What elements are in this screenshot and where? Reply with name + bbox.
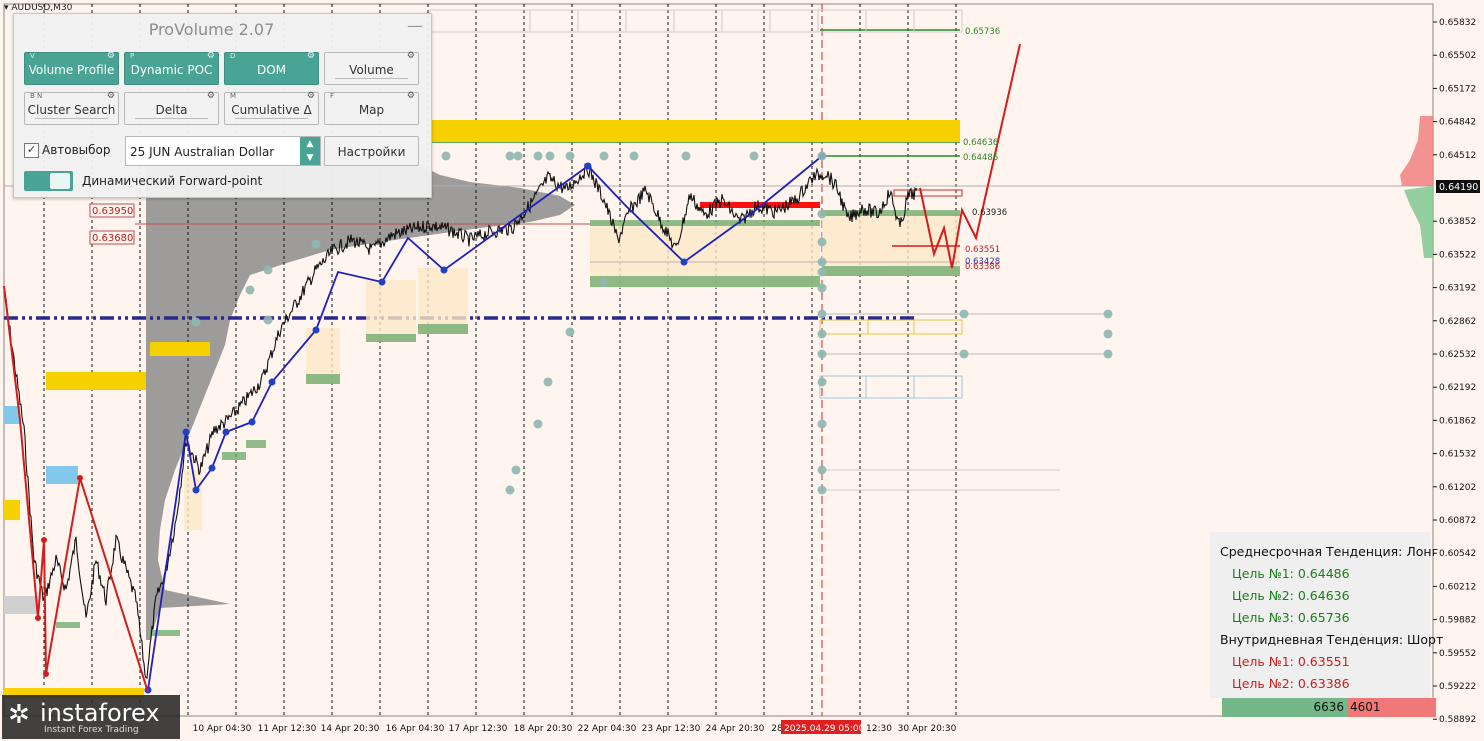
- mid-target-2: Цель №2: 0.64636: [1232, 588, 1350, 603]
- instaforex-logo: ✲ instaforex Instant Forex Trading: [2, 695, 180, 739]
- price-tick: 0.61862: [1439, 416, 1476, 426]
- mid-trend-title: Среднесрочная Тенденция: Лонг: [1220, 544, 1439, 559]
- trend-info-box: Среднесрочная Тенденция: Лонг Цель №1: 0…: [1210, 532, 1443, 698]
- time-tick: 12:30: [866, 724, 892, 734]
- minimize-icon[interactable]: —: [407, 16, 423, 35]
- intraday-target-1: Цель №1: 0.63551: [1232, 654, 1350, 669]
- logo-icon: ✲: [8, 700, 30, 730]
- price-tick: 0.65502: [1439, 51, 1476, 61]
- price-tick: 0.58892: [1439, 715, 1476, 725]
- price-tick: 0.64512: [1439, 151, 1476, 161]
- provolume-panel[interactable]: ProVolume 2.07 — V ⚙ Volume Profile P ⚙ Dy…: [13, 13, 432, 198]
- gear-icon[interactable]: ⚙: [407, 91, 415, 101]
- autoselect-label: Автовыбор: [42, 143, 111, 157]
- forward-point-toggle[interactable]: [24, 171, 73, 191]
- forward-point-label: Динамический Forward-point: [82, 174, 263, 188]
- time-tick: 16 Apr 04:30: [386, 724, 445, 734]
- price-tick: 0.63522: [1439, 250, 1476, 260]
- time-highlight: 2025.04.29 05:00: [784, 724, 865, 734]
- map-button[interactable]: F ⚙ Map: [324, 91, 419, 125]
- price-tick: 0.59552: [1439, 649, 1476, 659]
- volume-balance-bar: 6636 4601: [1222, 698, 1436, 717]
- mid-target-1: Цель №1: 0.64486: [1232, 566, 1350, 581]
- price-tick: 0.60872: [1439, 516, 1476, 526]
- time-tick: 23 Apr 12:30: [642, 724, 701, 734]
- logo-tagline: Instant Forex Trading: [44, 725, 139, 735]
- intraday-trend-title: Внутридневная Тенденция: Шорт: [1220, 632, 1444, 647]
- time-tick: 30 Apr 20:30: [898, 724, 957, 734]
- price-tick: 0.62532: [1439, 350, 1476, 360]
- buy-volume: 6636: [1222, 698, 1348, 717]
- gear-icon[interactable]: ⚙: [107, 51, 115, 61]
- price-tick: 0.63852: [1439, 217, 1476, 227]
- label-63680: 0.63680: [92, 233, 133, 244]
- level-63936: 0.63936: [972, 208, 1007, 218]
- price-tick: 0.64842: [1439, 118, 1476, 128]
- price-tick: 0.63192: [1439, 284, 1476, 294]
- panel-title: ProVolume 2.07: [148, 20, 275, 39]
- time-tick: 18 Apr 20:30: [514, 724, 573, 734]
- price-tick: 0.59222: [1439, 682, 1476, 692]
- delta-button[interactable]: ⚙ Delta: [124, 91, 219, 125]
- cluster-search-button[interactable]: B N ⚙ Cluster Search: [24, 91, 119, 125]
- label-63950: 0.63950: [92, 206, 133, 217]
- level-63386: 0.63386: [965, 262, 1000, 272]
- time-tick: 11 Apr 12:30: [258, 724, 317, 734]
- level-65736: 0.65736: [965, 27, 1000, 37]
- level-63551: 0.63551: [965, 245, 1000, 255]
- sell-volume: 4601: [1348, 698, 1436, 717]
- settings-button[interactable]: Настройки: [324, 136, 419, 166]
- time-tick: 10 Apr 04:30: [193, 724, 252, 734]
- time-tick: 22 Apr 04:30: [578, 724, 637, 734]
- symbol-label: ▾ AUDUSD,M30: [4, 3, 73, 13]
- gear-icon[interactable]: ⚙: [207, 51, 215, 61]
- gear-icon[interactable]: ⚙: [307, 51, 315, 61]
- volume-profile-button[interactable]: V ⚙ Volume Profile: [24, 51, 119, 85]
- level-64636: 0.64636: [963, 138, 998, 148]
- time-tick: 17 Apr 12:30: [449, 724, 508, 734]
- gear-icon[interactable]: ⚙: [307, 91, 315, 101]
- dynamic-poc-button[interactable]: P ⚙ Dynamic POC: [124, 51, 219, 85]
- time-tick: 14 Apr 20:30: [321, 724, 380, 734]
- mid-target-3: Цель №3: 0.65736: [1232, 610, 1350, 625]
- price-tick: 0.62192: [1439, 383, 1476, 393]
- price-tick: 0.60542: [1439, 549, 1476, 559]
- price-tick: 0.60212: [1439, 582, 1476, 592]
- gear-icon[interactable]: ⚙: [407, 51, 415, 61]
- price-tick: 0.61532: [1439, 450, 1476, 460]
- autoselect-checkbox[interactable]: ✓: [24, 143, 39, 158]
- time-tick: 24 Apr 20:30: [706, 724, 765, 734]
- price-tick: 0.59882: [1439, 616, 1476, 626]
- logo-name: instaforex: [40, 699, 160, 727]
- price-tick: 0.62862: [1439, 317, 1476, 327]
- intraday-target-2: Цель №2: 0.63386: [1232, 676, 1350, 691]
- price-tick: 0.61202: [1439, 483, 1476, 493]
- volume-button[interactable]: ⚙ Volume: [324, 51, 419, 85]
- level-64486: 0.64486: [963, 153, 998, 163]
- dom-button[interactable]: D ⚙ DOM: [224, 51, 319, 85]
- price-tick: 0.65832: [1439, 18, 1476, 28]
- instrument-select[interactable]: 25 JUN Australian Dollar ▲ ▼: [125, 136, 321, 166]
- spinner-arrows-icon[interactable]: ▲ ▼: [300, 137, 320, 165]
- gear-icon[interactable]: ⚙: [107, 91, 115, 101]
- cumulative-delta-button[interactable]: M ⚙ Cumulative Δ: [224, 91, 319, 125]
- price-tick: 0.65172: [1439, 84, 1476, 94]
- current-price-label: 0.64190: [1439, 182, 1478, 193]
- gear-icon[interactable]: ⚙: [207, 91, 215, 101]
